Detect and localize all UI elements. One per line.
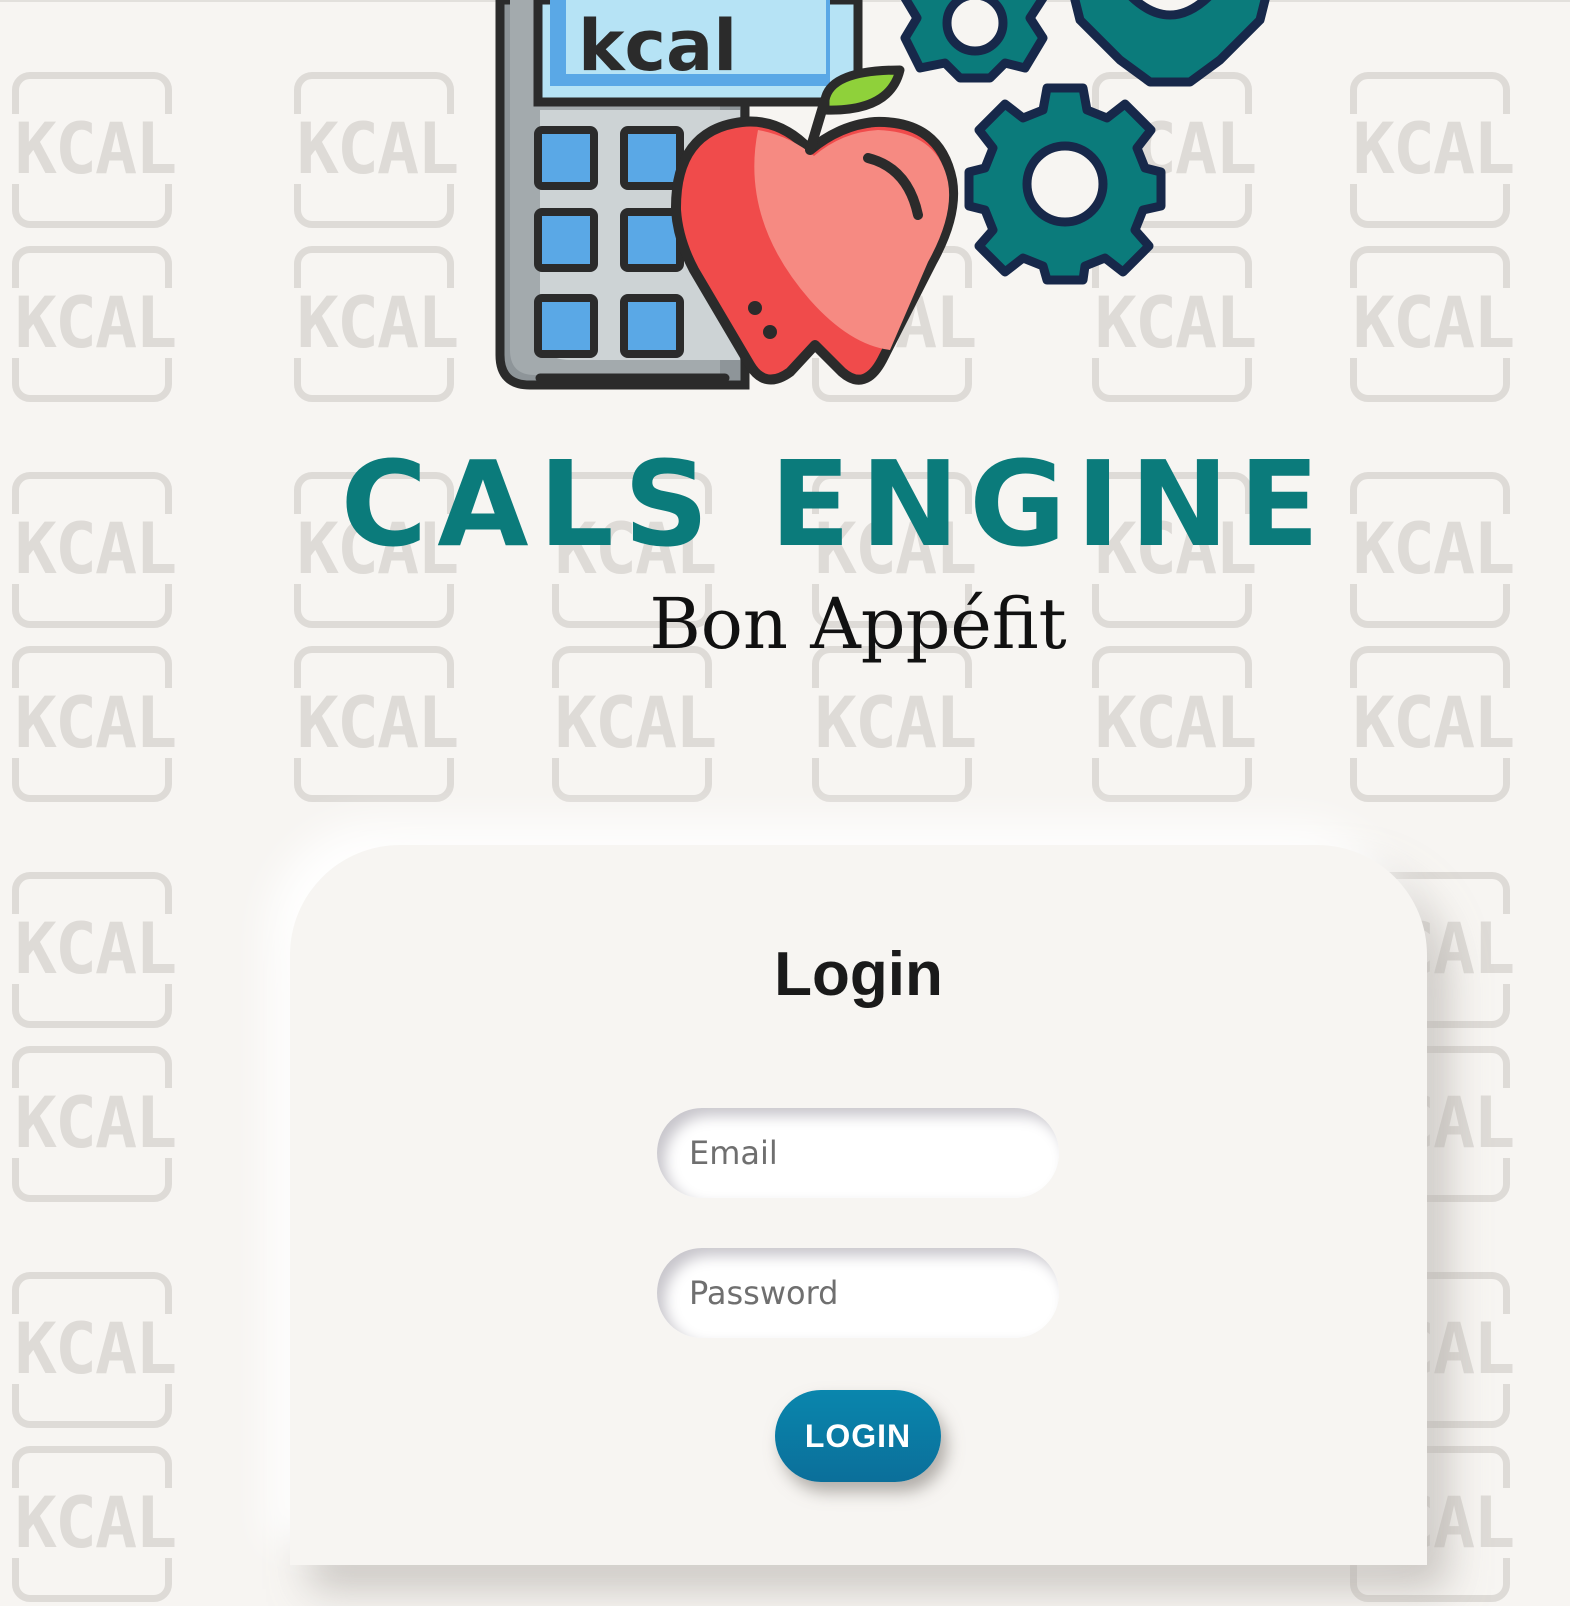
watermark-tile: KCAL bbox=[0, 1046, 194, 1206]
watermark-tile: KCAL bbox=[0, 646, 194, 806]
brand-title: CALS ENGINE bbox=[340, 435, 1330, 573]
watermark-tile: KCAL bbox=[278, 246, 476, 406]
watermark-tile: KCAL bbox=[0, 72, 194, 232]
watermark-tile: KCAL bbox=[536, 646, 734, 806]
watermark-tile: KCAL bbox=[278, 646, 476, 806]
watermark-tile: KCAL bbox=[0, 1272, 194, 1432]
watermark-tile: KCAL bbox=[0, 1446, 194, 1606]
watermark-tile: KCAL bbox=[1334, 646, 1532, 806]
calculator-apple-gears-logo: kcal bbox=[495, 0, 1270, 390]
svg-text:kcal: kcal bbox=[578, 5, 737, 87]
email-field[interactable] bbox=[657, 1108, 1059, 1198]
login-heading: Login bbox=[774, 940, 943, 1009]
watermark-tile: KCAL bbox=[0, 246, 194, 406]
watermark-tile: KCAL bbox=[278, 72, 476, 232]
watermark-tile: KCAL bbox=[1334, 246, 1532, 406]
watermark-tile: KCAL bbox=[0, 872, 194, 1032]
login-card: Login LOGIN bbox=[290, 845, 1427, 1565]
brand-tagline: Bon Appéfit bbox=[649, 583, 1067, 665]
app-logo: kcal bbox=[480, 0, 1280, 400]
watermark-tile: KCAL bbox=[796, 646, 994, 806]
gear-icon bbox=[900, 0, 1270, 285]
password-field[interactable] bbox=[657, 1248, 1059, 1338]
email-field-wrapper bbox=[657, 1108, 1059, 1198]
password-field-wrapper bbox=[657, 1248, 1059, 1338]
watermark-tile: KCAL bbox=[1334, 72, 1532, 232]
watermark-tile: KCAL bbox=[1076, 646, 1274, 806]
login-button[interactable]: LOGIN bbox=[775, 1390, 941, 1482]
